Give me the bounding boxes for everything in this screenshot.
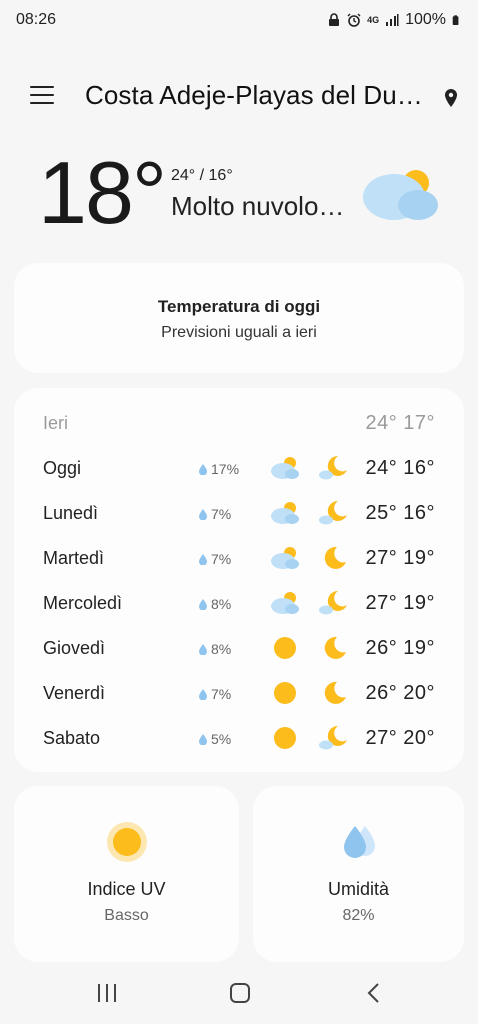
- home-icon[interactable]: [228, 982, 252, 1004]
- forecast-precip-value: 5%: [211, 731, 232, 747]
- partly-cloudy-icon: [270, 500, 300, 526]
- current-temperature: 18°: [38, 143, 167, 242]
- forecast-temps: 25° 16°: [365, 502, 435, 524]
- forecast-precip: 5%: [199, 731, 231, 747]
- forecast-row-yesterday: Ieri 24° 17°: [14, 404, 464, 444]
- forecast-temps: 27° 19°: [365, 547, 435, 569]
- forecast-temps: 27° 20°: [365, 727, 435, 749]
- rain-drop-icon: [199, 598, 207, 610]
- uv-value: Basso: [104, 907, 149, 924]
- partly-cloudy-night-icon: [318, 725, 348, 751]
- sun-icon: [270, 725, 300, 751]
- forecast-precip-value: 7%: [211, 686, 232, 702]
- forecast-row[interactable]: Martedì 7% 27° 19°: [14, 539, 464, 579]
- partly-cloudy-icon: [270, 590, 300, 616]
- signal-icon: [386, 14, 399, 26]
- humidity-value: 82%: [342, 907, 375, 924]
- forecast-temps: 24° 16°: [365, 457, 435, 479]
- uv-index-card[interactable]: Indice UV Basso: [14, 786, 239, 962]
- forecast-day: Martedì: [43, 548, 105, 568]
- current-weather[interactable]: 18° 24° / 16° Molto nuvolo…: [0, 145, 478, 245]
- battery-percent: 100%: [405, 11, 446, 28]
- sun-icon: [106, 822, 147, 862]
- partly-cloudy-icon: [270, 545, 300, 571]
- navigation-bar: [0, 962, 478, 1024]
- forecast-day: Lunedì: [43, 503, 99, 523]
- moon-icon: [318, 680, 348, 706]
- status-icons: 4G 100%: [327, 11, 462, 29]
- forecast-day: Oggi: [43, 458, 82, 478]
- forecast-day: Giovedì: [43, 638, 106, 658]
- forecast-precip-value: 8%: [211, 596, 232, 612]
- forecast-row[interactable]: Lunedì 7% 25° 16°: [14, 494, 464, 534]
- recent-apps-icon[interactable]: [95, 982, 119, 1004]
- forecast-row[interactable]: Giovedì 8% 26° 19°: [14, 629, 464, 669]
- forecast-precip-value: 7%: [211, 551, 232, 567]
- current-condition: Molto nuvolo…: [171, 191, 345, 221]
- water-drop-icon: [343, 826, 375, 858]
- current-high-low: 24° / 16°: [171, 167, 233, 184]
- humidity-card[interactable]: Umidità 82%: [253, 786, 464, 962]
- rain-drop-icon: [199, 733, 207, 745]
- network-type: 4G: [367, 15, 380, 25]
- daily-forecast-card[interactable]: Ieri 24° 17° Oggi 17% 24° 16° Lunedì 7% 25° 1…: [14, 388, 464, 772]
- sun-icon: [270, 635, 300, 661]
- alarm-icon: [347, 13, 361, 27]
- today-temperature-card[interactable]: Temperatura di oggi Previsioni uguali a …: [14, 263, 464, 373]
- today-card-subtitle: Previsioni uguali a ieri: [161, 324, 317, 341]
- partly-cloudy-icon: [363, 170, 438, 220]
- location-title[interactable]: Costa Adeje-Playas del Du…: [85, 80, 437, 111]
- moon-icon: [318, 635, 348, 661]
- top-bar: Costa Adeje-Playas del Du…: [0, 76, 478, 120]
- partly-cloudy-icon: [270, 455, 300, 481]
- forecast-precip: 7%: [199, 506, 231, 522]
- sun-icon: [270, 680, 300, 706]
- humidity-title: Umidità: [327, 879, 389, 899]
- partly-cloudy-night-icon: [318, 590, 348, 616]
- location-pin-icon[interactable]: [442, 88, 460, 108]
- forecast-day: Ieri: [43, 413, 69, 433]
- status-time: 08:26: [16, 11, 57, 28]
- rain-drop-icon: [199, 553, 207, 565]
- forecast-row[interactable]: Venerdì 7% 26° 20°: [14, 674, 464, 714]
- rain-drop-icon: [199, 508, 207, 520]
- forecast-row[interactable]: Sabato 5% 27° 20°: [14, 719, 464, 759]
- forecast-precip: 8%: [199, 596, 231, 612]
- battery-icon: [452, 15, 459, 25]
- status-bar: 08:26 4G 100%: [0, 0, 478, 40]
- rain-drop-icon: [199, 688, 207, 700]
- forecast-temps: 27° 19°: [365, 592, 435, 614]
- forecast-temps: 26° 19°: [365, 637, 435, 659]
- forecast-temps: 26° 20°: [365, 682, 435, 704]
- moon-icon: [318, 545, 348, 571]
- forecast-precip-value: 7%: [211, 506, 232, 522]
- forecast-day: Sabato: [43, 728, 101, 748]
- forecast-precip-value: 8%: [211, 641, 232, 657]
- forecast-precip: 7%: [199, 686, 231, 702]
- rain-drop-icon: [199, 463, 207, 475]
- forecast-row[interactable]: Oggi 17% 24° 16°: [14, 449, 464, 489]
- uv-title: Indice UV: [87, 879, 166, 899]
- rain-drop-icon: [199, 643, 207, 655]
- forecast-precip-value: 17%: [211, 461, 240, 477]
- today-card-title: Temperatura di oggi: [157, 297, 321, 316]
- forecast-day: Venerdì: [43, 683, 106, 703]
- forecast-row[interactable]: Mercoledì 8% 27° 19°: [14, 584, 464, 624]
- forecast-precip: 17%: [199, 461, 239, 477]
- back-icon[interactable]: [362, 982, 386, 1004]
- menu-icon-line: [30, 86, 54, 88]
- forecast-day: Mercoledì: [43, 593, 123, 613]
- menu-icon-line: [30, 102, 54, 104]
- partly-cloudy-night-icon: [318, 500, 348, 526]
- partly-cloudy-night-icon: [318, 455, 348, 481]
- menu-icon-line: [30, 94, 54, 96]
- forecast-precip: 7%: [199, 551, 231, 567]
- lock-icon: [329, 13, 340, 26]
- menu-button[interactable]: [30, 86, 54, 108]
- forecast-precip: 8%: [199, 641, 231, 657]
- forecast-temps: 24° 17°: [365, 412, 435, 434]
